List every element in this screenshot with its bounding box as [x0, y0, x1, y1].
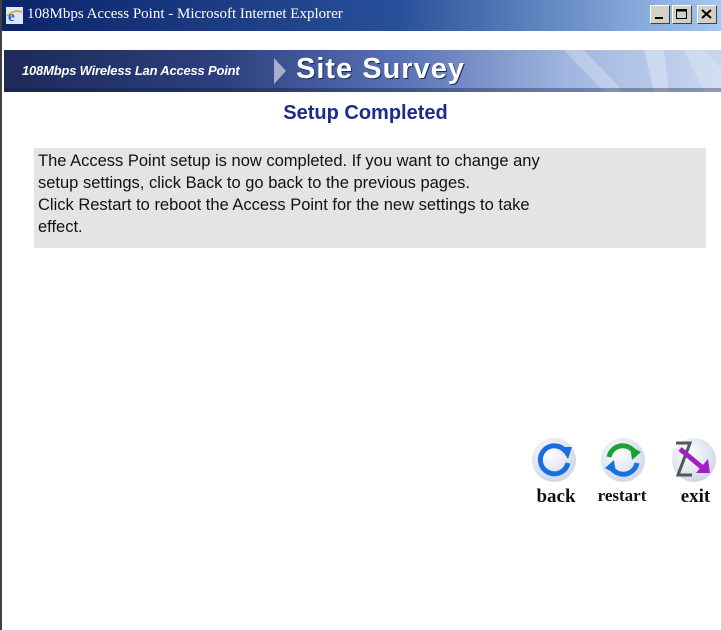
banner-title: Site Survey: [296, 53, 465, 85]
page-title: Setup Completed: [2, 102, 721, 125]
exit-label: exit: [680, 486, 711, 507]
window-title: 108Mbps Access Point - Microsoft Interne…: [27, 6, 343, 22]
completion-message: The Access Point setup is now completed.…: [34, 148, 706, 248]
close-icon: [701, 9, 712, 19]
browser-window: e 108Mbps Access Point - Microsoft Inter…: [0, 0, 721, 630]
maximize-icon: [676, 9, 687, 19]
back-button[interactable]: back: [524, 435, 588, 515]
ie-icon: e: [6, 7, 23, 24]
back-label: back: [536, 486, 576, 507]
banner-subtitle: 108Mbps Wireless Lan Access Point: [22, 63, 240, 78]
minimize-icon: [655, 17, 663, 19]
close-button[interactable]: [697, 5, 717, 24]
restart-arrows-icon: [601, 438, 645, 482]
header-banner: 108Mbps Wireless Lan Access Point Site S…: [4, 50, 721, 92]
page-title-text: Setup Completed: [283, 102, 448, 124]
title-bar[interactable]: e 108Mbps Access Point - Microsoft Inter…: [2, 0, 721, 31]
message-line: Click Restart to reboot the Access Point…: [38, 196, 530, 214]
message-line: setup settings, click Back to go back to…: [38, 174, 470, 192]
message-line: effect.: [38, 218, 83, 236]
minimize-button[interactable]: [650, 5, 670, 24]
message-line: The Access Point setup is now completed.…: [38, 152, 540, 170]
back-arrow-icon: [532, 438, 576, 482]
exit-arrow-icon: [672, 438, 716, 482]
restart-label: restart: [597, 486, 647, 505]
maximize-button[interactable]: [672, 5, 692, 24]
restart-button[interactable]: restart: [587, 435, 651, 515]
exit-button[interactable]: exit: [662, 435, 721, 515]
